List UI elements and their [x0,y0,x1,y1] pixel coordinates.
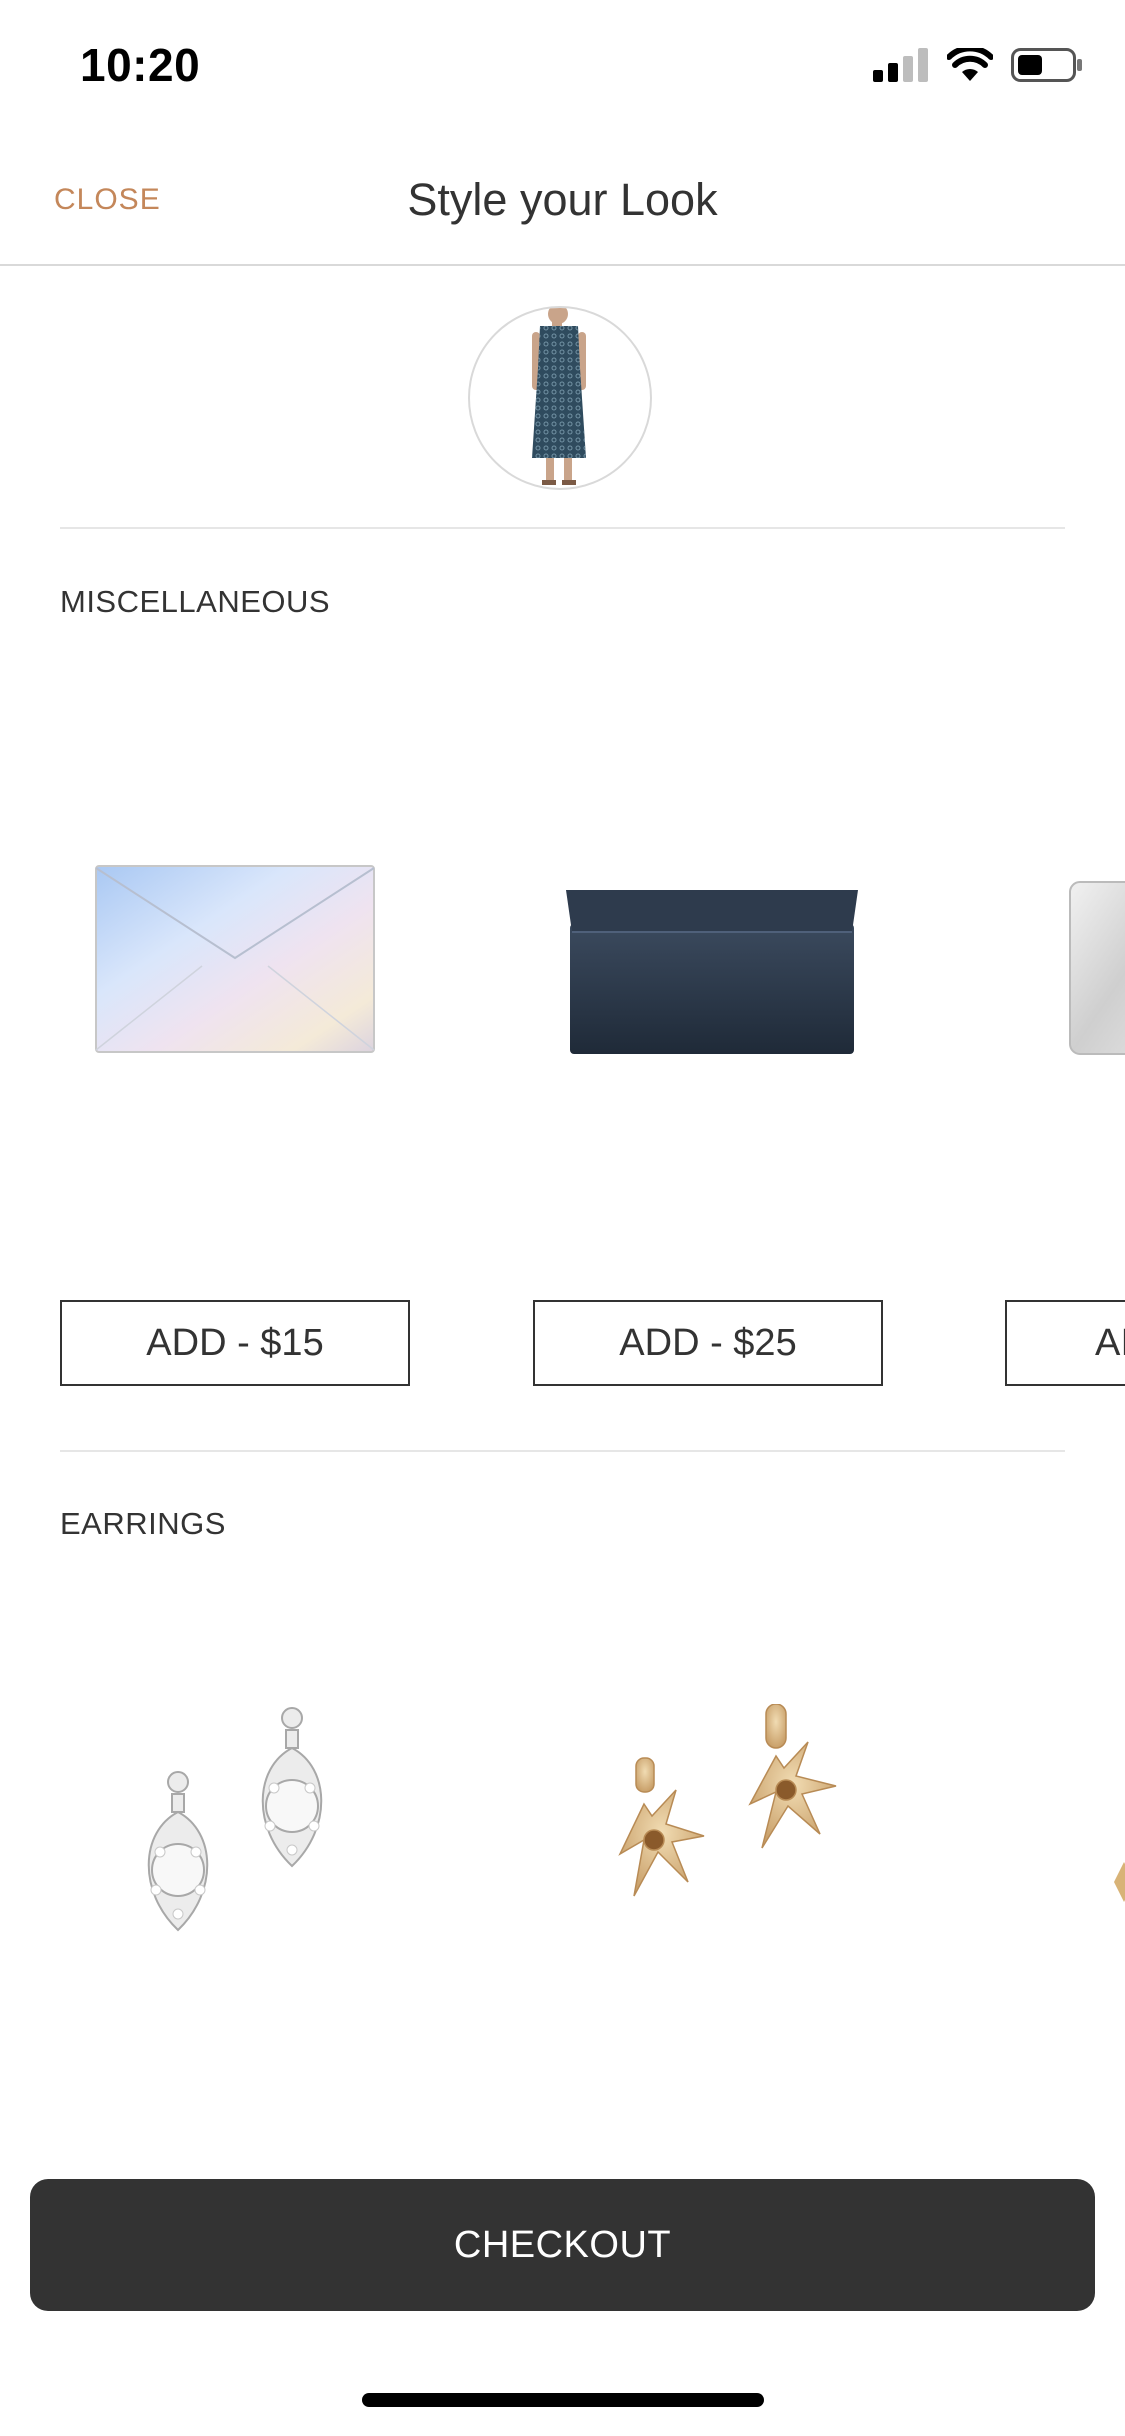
product-image-gold-earrings[interactable] [580,1703,840,1949]
battery-icon [1011,48,1082,82]
status-time: 10:20 [80,39,201,91]
silver-clutch [1069,881,1125,1055]
dress-thumbnail [532,308,586,485]
product-image-holographic-clutch[interactable] [92,858,378,1063]
nav-bar: CLOSE Style your Look [0,135,1125,266]
product-image-silver-clutch[interactable] [1066,878,1125,1058]
look-thumbnail[interactable] [468,306,652,490]
checkout-button[interactable]: CHECKOUT [30,2179,1095,2311]
product-image-navy-clutch[interactable] [564,884,860,1063]
navy-fold-clutch [566,890,858,1054]
signal-icon [873,48,928,82]
add-button[interactable]: ADD - $25 [533,1300,883,1386]
home-indicator[interactable] [362,2393,764,2407]
gold-flower-earrings [618,1703,837,1897]
status-bar: 10:20 [0,0,1125,135]
holographic-envelope-clutch [95,865,375,1053]
page-title: Style your Look [407,173,718,225]
earring-partial [1114,1862,1125,1902]
section-title-earrings: EARRINGS [60,1506,226,1541]
product-image-earrings-partial[interactable] [1114,1862,1125,1902]
add-button-partial[interactable]: AI [1005,1300,1125,1386]
add-button[interactable]: ADD - $15 [60,1300,410,1386]
section-divider [60,527,1065,529]
section-divider [60,1450,1065,1452]
crystal-drop-earrings [147,1707,323,1932]
product-image-crystal-earrings[interactable] [120,1702,360,1947]
wifi-icon [947,48,993,81]
status-icons [873,48,1083,82]
section-title-miscellaneous: MISCELLANEOUS [60,584,331,619]
